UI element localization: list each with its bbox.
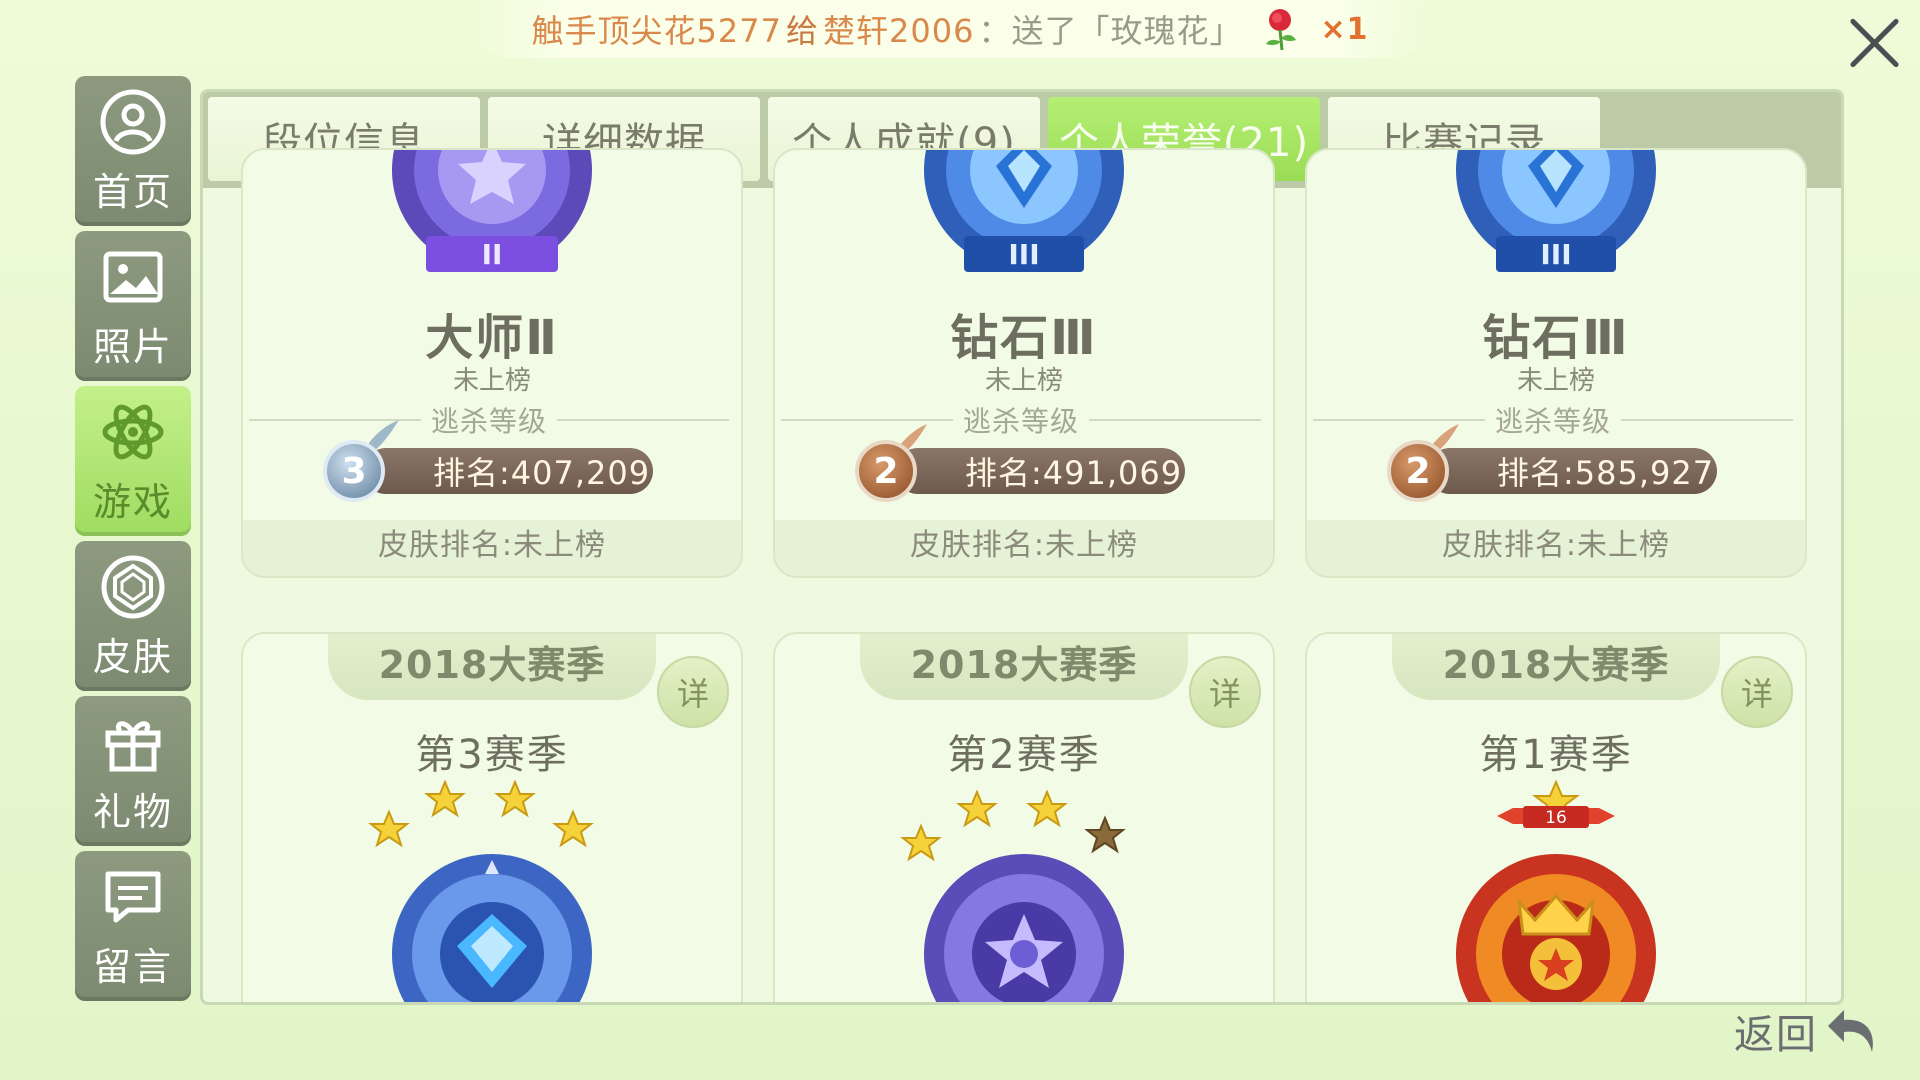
atom-icon	[102, 404, 164, 459]
sidebar-item-label: 游戏	[92, 479, 173, 524]
king-season-badge-icon: 16	[1456, 779, 1656, 1002]
sidebar-item-label: 照片	[92, 324, 173, 369]
season-year-label: 2018大赛季	[328, 634, 656, 700]
svg-text:III: III	[1008, 238, 1039, 271]
season-year-label: 2018大赛季	[860, 634, 1188, 700]
master-badge-icon: II	[392, 150, 592, 272]
season-badge-number: 16	[1545, 808, 1567, 828]
announcement-connector: 给	[785, 12, 819, 50]
rank-card: II 大师Ⅱ 未上榜 逃杀等级 排名:407,209 3 皮肤排名:未上榜	[241, 148, 743, 578]
sidebar-item-photos[interactable]: 照片	[75, 231, 191, 381]
message-icon	[105, 871, 161, 922]
medal-icon: 3	[323, 440, 385, 502]
ranking-pill: 排名:407,209	[363, 448, 653, 494]
rank-status: 未上榜	[1516, 366, 1595, 396]
close-button[interactable]	[1844, 12, 1904, 72]
level-divider: 逃杀等级	[1313, 404, 1794, 438]
diamond-icon	[101, 555, 165, 618]
rank-status: 未上榜	[984, 366, 1063, 396]
skin-ranking: 皮肤排名:未上榜	[1307, 520, 1805, 576]
ranking-pill: 排名:585,927	[1427, 448, 1717, 494]
rank-status: 未上榜	[452, 366, 531, 396]
announcement-action: ：送了「玫瑰花」	[978, 12, 1243, 50]
sidebar-item-label: 礼物	[92, 789, 173, 834]
gift-count: ×1	[1320, 11, 1369, 47]
sidebar-item-home[interactable]: 首页	[75, 76, 191, 226]
detail-button[interactable]: 详	[1189, 656, 1261, 728]
season-year-label: 2018大赛季	[1392, 634, 1720, 700]
sidebar-item-messages[interactable]: 留言	[75, 851, 191, 1001]
ranking-value: 排名:491,069	[965, 454, 1183, 492]
svg-text:III: III	[1540, 238, 1571, 271]
sidebar-item-skins[interactable]: 皮肤	[75, 541, 191, 691]
diamond-badge-icon: III	[924, 150, 1124, 272]
photo-icon	[103, 251, 163, 302]
rose-icon	[1266, 9, 1297, 51]
season-name: 第1赛季	[1479, 732, 1633, 778]
diamond-badge-icon: III	[1456, 150, 1656, 272]
season-card: 2018大赛季 详 第1赛季 16	[1305, 632, 1807, 1002]
season-card: 2018大赛季 详 第2赛季	[773, 632, 1275, 1002]
sidebar: 首页 照片 游戏 皮肤 礼物 留言	[75, 76, 191, 1006]
gift-announcement: 触手顶尖花5277 给 楚轩2006 ：送了「玫瑰花」 ×1	[470, 0, 1430, 58]
detail-button[interactable]: 详	[657, 656, 729, 728]
medal-icon: 2	[855, 440, 917, 502]
level-label: 逃杀等级	[431, 405, 548, 438]
profile-icon	[100, 89, 166, 154]
skin-ranking: 皮肤排名:未上榜	[775, 520, 1273, 576]
sidebar-item-label: 皮肤	[92, 634, 173, 679]
rank-card: III 钻石Ⅲ 未上榜 逃杀等级 排名:491,069 2 皮肤排名:未上榜	[773, 148, 1275, 578]
rank-name: 钻石Ⅲ	[1482, 310, 1630, 366]
gift-icon	[105, 720, 161, 771]
rank-card: III 钻石Ⅲ 未上榜 逃杀等级 排名:585,927 2 皮肤排名:未上榜	[1305, 148, 1807, 578]
season-card: 2018大赛季 详 第3赛季	[241, 632, 743, 1002]
master-season-badge-icon	[900, 789, 1126, 1002]
sidebar-item-label: 留言	[92, 944, 173, 989]
ranking-pill: 排名:491,069	[895, 448, 1185, 494]
season-name: 第3赛季	[415, 732, 569, 778]
level-label: 逃杀等级	[963, 405, 1080, 438]
skin-ranking: 皮肤排名:未上榜	[243, 520, 741, 576]
detail-button[interactable]: 详	[1721, 656, 1793, 728]
diamond-season-badge-icon	[368, 779, 594, 1002]
rank-name: 钻石Ⅲ	[950, 310, 1098, 366]
level-label: 逃杀等级	[1495, 405, 1612, 438]
level-divider: 逃杀等级	[781, 404, 1262, 438]
honor-list[interactable]: II 大师Ⅱ 未上榜 逃杀等级 排名:407,209 3 皮肤排名:未上榜 II…	[203, 148, 1841, 1002]
back-label: 返回	[1734, 1012, 1818, 1058]
svg-text:II: II	[482, 238, 503, 271]
back-button[interactable]: 返回	[1734, 1002, 1880, 1060]
sidebar-item-gifts[interactable]: 礼物	[75, 696, 191, 846]
announcement-sender: 触手顶尖花5277	[531, 12, 782, 50]
return-arrow-icon	[1828, 1010, 1873, 1052]
ranking-value: 排名:585,927	[1497, 454, 1715, 492]
sidebar-item-game[interactable]: 游戏	[75, 386, 191, 536]
medal-icon: 2	[1387, 440, 1449, 502]
announcement-receiver: 楚轩2006	[822, 12, 975, 50]
ranking-value: 排名:407,209	[433, 454, 651, 492]
level-divider: 逃杀等级	[249, 404, 730, 438]
rank-name: 大师Ⅱ	[425, 310, 559, 366]
season-name: 第2赛季	[947, 732, 1101, 778]
honor-panel: 段位信息 详细数据 个人成就(9) 个人荣誉(21) 比赛记录 II 大师Ⅱ 未…	[200, 89, 1844, 1005]
sidebar-item-label: 首页	[92, 169, 173, 214]
